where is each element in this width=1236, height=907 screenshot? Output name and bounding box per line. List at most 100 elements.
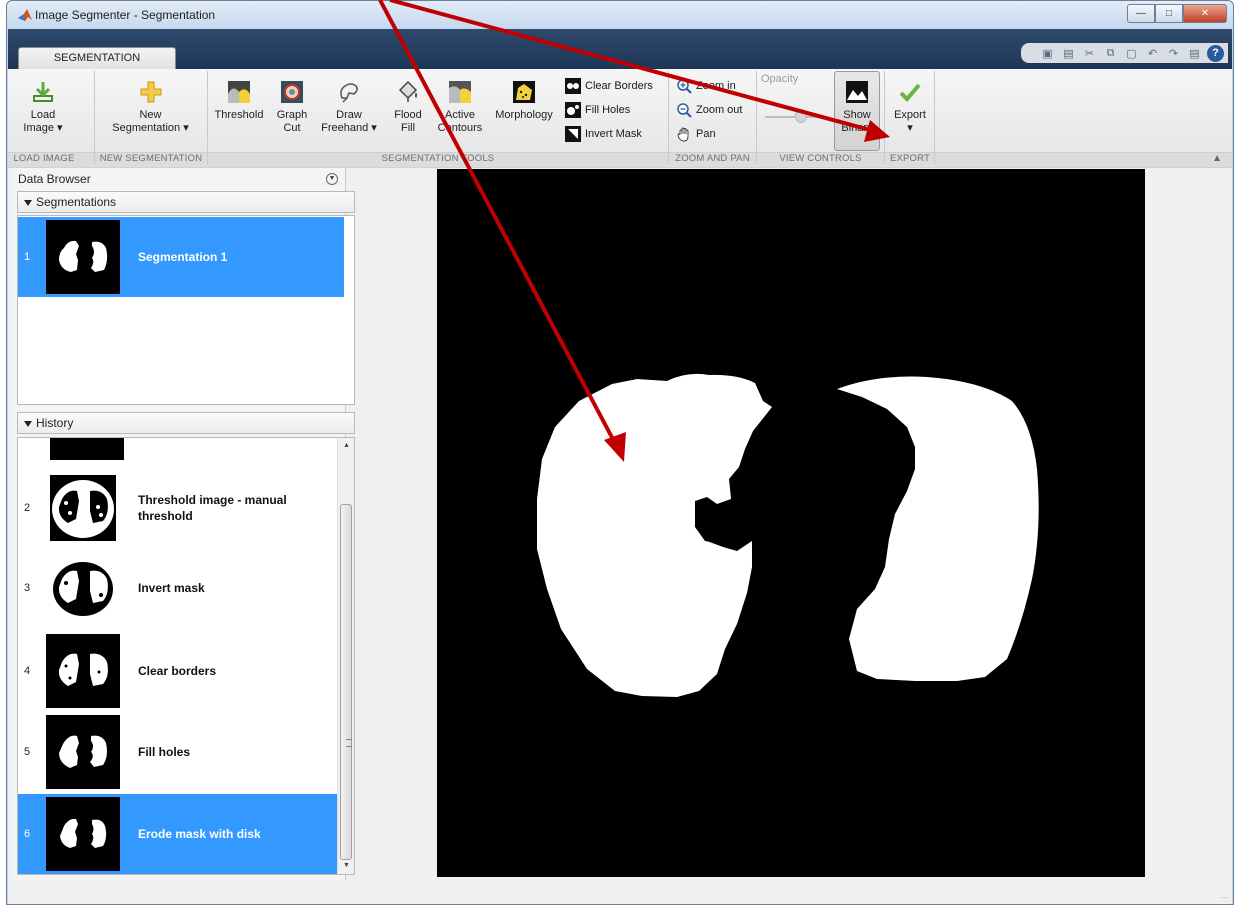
zoom-in-button[interactable]: Zoom in [676,77,736,95]
separator [934,71,935,165]
history-item[interactable]: 5 Fill holes [18,712,338,792]
minimize-button[interactable]: — [1127,4,1155,23]
history-number: 5 [24,746,31,758]
save-icon[interactable]: ▤ [1060,45,1077,62]
separator [668,71,669,165]
scroll-up-arrow-icon[interactable]: ▲ [338,438,354,454]
invert-mask-button[interactable]: Invert Mask [565,125,642,143]
show-binary-label-1: Show [843,109,871,121]
history-thumbnail-partial [50,438,124,460]
flood-fill-button[interactable]: Flood Fill [388,79,428,135]
invert-mask-icon [565,126,581,142]
separator [207,71,208,165]
title-bar[interactable]: Image Segmenter - Segmentation — □ ✕ [7,1,1233,29]
threshold-button[interactable]: Threshold [212,79,266,122]
history-item[interactable]: 4 Clear borders [18,631,338,711]
graph-cut-label-2: Cut [283,122,301,134]
cut-icon[interactable]: ✂ [1081,45,1098,62]
ribbon-toolstrip: Load Image ▾ New Segmentation ▾ Threshol… [8,69,1232,167]
export-label-2: ▾ [907,122,913,134]
scroll-down-arrow-icon[interactable]: ▼ [338,858,354,874]
history-label: Fill holes [138,745,191,759]
segmentation-number: 1 [24,251,31,263]
panel-menu-icon[interactable]: ▼ [326,173,338,185]
zoom-out-button[interactable]: Zoom out [676,101,742,119]
freehand-lasso-icon [336,79,362,105]
history-item-selected[interactable]: 6 Erode mask with disk [18,794,338,874]
history-thumbnail [46,634,120,708]
zoom-out-label: Zoom out [696,104,743,116]
data-browser-header: Data Browser ▼ [12,170,346,188]
binary-image-icon [844,79,870,105]
clear-borders-label: Clear Borders [585,80,653,92]
segmentations-section-header[interactable]: Segmentations [17,191,355,213]
segmentation-item[interactable]: 1 Segmentation 1 [18,217,344,297]
show-binary-label-2: Binary [841,122,873,134]
morphology-button[interactable]: Morphology [492,79,556,122]
scrollbar-thumb[interactable] [340,504,352,860]
tab-segmentation[interactable]: SEGMENTATION [18,47,176,69]
resize-grip-icon[interactable]: ⋯ [1220,893,1230,903]
new-segmentation-label-2: Segmentation ▾ [112,122,189,134]
close-button[interactable]: ✕ [1183,4,1227,23]
group-label-segmentation-tools: SEGMENTATION TOOLS [381,153,495,164]
history-thumbnail [46,797,120,871]
morphology-icon [511,79,537,105]
separator [884,71,885,165]
history-label: Erode mask with disk [138,827,261,841]
clear-borders-button[interactable]: Clear Borders [565,77,653,95]
history-thumbnail [46,471,120,545]
layout-icon[interactable]: ▤ [1186,45,1203,62]
paint-bucket-icon [395,79,421,105]
maximize-button[interactable]: □ [1155,4,1183,23]
opacity-slider-thumb[interactable] [795,109,807,123]
show-binary-button[interactable]: Show Binary [834,79,880,135]
export-label-1: Export [894,109,926,121]
collapse-triangle-icon [24,199,32,206]
export-button[interactable]: Export ▾ [888,79,932,135]
history-list: 2 Threshold image - manual threshold 3 I… [17,437,355,875]
new-window-icon[interactable]: ▣ [1039,45,1056,62]
collapse-triangle-icon [24,420,32,427]
history-thumbnail [46,551,120,625]
active-contours-button[interactable]: Active Contours [432,79,488,135]
zoom-in-label: Zoom in [696,80,736,92]
load-image-button[interactable]: Load Image ▾ [12,79,74,135]
new-segmentation-label-1: New [139,109,162,121]
group-label-zoom-and-pan: ZOOM AND PAN [675,153,750,164]
image-canvas[interactable] [437,169,1145,877]
pan-label: Pan [696,128,716,140]
segmentations-list: 1 Segmentation 1 [17,215,355,405]
group-label-export: EXPORT [889,153,931,164]
history-section-header[interactable]: History [17,412,355,434]
flood-fill-label-2: Fill [400,122,416,134]
history-item[interactable]: 2 Threshold image - manual threshold [18,468,338,548]
collapse-ribbon-icon[interactable]: ▲ [1212,153,1222,164]
draw-freehand-button[interactable]: Draw Freehand ▾ [318,79,380,135]
group-label-load-image: LOAD IMAGE [13,153,75,164]
load-image-label-1: Load [30,109,56,121]
copy-icon[interactable]: ⧉ [1102,45,1119,62]
undo-icon[interactable]: ↶ [1144,45,1161,62]
quick-access-toolbar: ▣ ▤ ✂ ⧉ ▢ ↶ ↷ ▤ ? [1021,43,1228,63]
fill-holes-icon [565,102,581,118]
graph-cut-button[interactable]: Graph Cut [272,79,312,135]
pan-button[interactable]: Pan [676,125,716,143]
threshold-icon [226,79,252,105]
history-number: 2 [24,502,31,514]
help-icon[interactable]: ? [1207,44,1224,62]
fill-holes-button[interactable]: Fill Holes [565,101,630,119]
group-label-view-controls: VIEW CONTROLS [779,153,862,164]
new-segmentation-button[interactable]: New Segmentation ▾ [98,79,203,135]
hand-icon [676,126,692,142]
morphology-label: Morphology [495,109,553,121]
matlab-logo-icon [18,9,32,21]
tab-strip: SEGMENTATION ▣ ▤ ✂ ⧉ ▢ ↶ ↷ ▤ ? [8,29,1232,69]
history-item[interactable]: 3 Invert mask [18,548,338,628]
redo-icon[interactable]: ↷ [1165,45,1182,62]
plus-icon [138,79,164,105]
data-browser-title: Data Browser [18,172,91,186]
draw-freehand-label-1: Draw [336,109,362,121]
history-scrollbar[interactable]: ▲ ▼ [337,438,354,874]
paste-icon[interactable]: ▢ [1123,45,1140,62]
